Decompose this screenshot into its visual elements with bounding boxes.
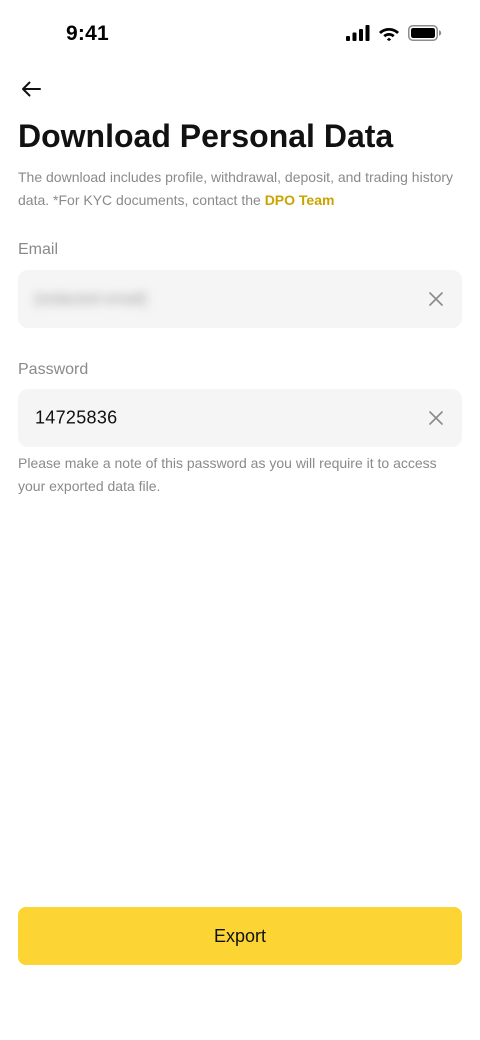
email-clear-button[interactable] bbox=[426, 289, 446, 309]
arrow-left-icon bbox=[20, 80, 42, 103]
battery-icon bbox=[408, 25, 442, 46]
status-time: 9:41 bbox=[66, 22, 109, 45]
page-description: The download includes profile, withdrawa… bbox=[18, 166, 458, 212]
dpo-team-link[interactable]: DPO Team bbox=[265, 192, 335, 208]
password-label: Password bbox=[18, 361, 89, 378]
description-text: The download includes profile, withdrawa… bbox=[18, 169, 454, 208]
password-field[interactable]: 14725836 bbox=[18, 389, 462, 447]
close-icon bbox=[429, 411, 443, 425]
password-value: 14725836 bbox=[35, 407, 118, 428]
password-helper-text: Please make a note of this password as y… bbox=[18, 455, 437, 494]
cellular-signal-icon bbox=[346, 25, 370, 46]
password-clear-button[interactable] bbox=[426, 408, 446, 428]
wifi-icon bbox=[378, 25, 400, 46]
email-field[interactable]: [redacted email] bbox=[18, 270, 462, 328]
status-bar: 9:41 bbox=[0, 0, 480, 70]
email-value-redacted: [redacted email] bbox=[35, 290, 147, 308]
export-button[interactable]: Export bbox=[18, 907, 462, 965]
back-button[interactable] bbox=[16, 76, 46, 106]
page-title: Download Personal Data bbox=[18, 118, 394, 154]
status-icons bbox=[346, 25, 442, 46]
close-icon bbox=[429, 292, 443, 306]
email-label: Email bbox=[18, 241, 59, 258]
